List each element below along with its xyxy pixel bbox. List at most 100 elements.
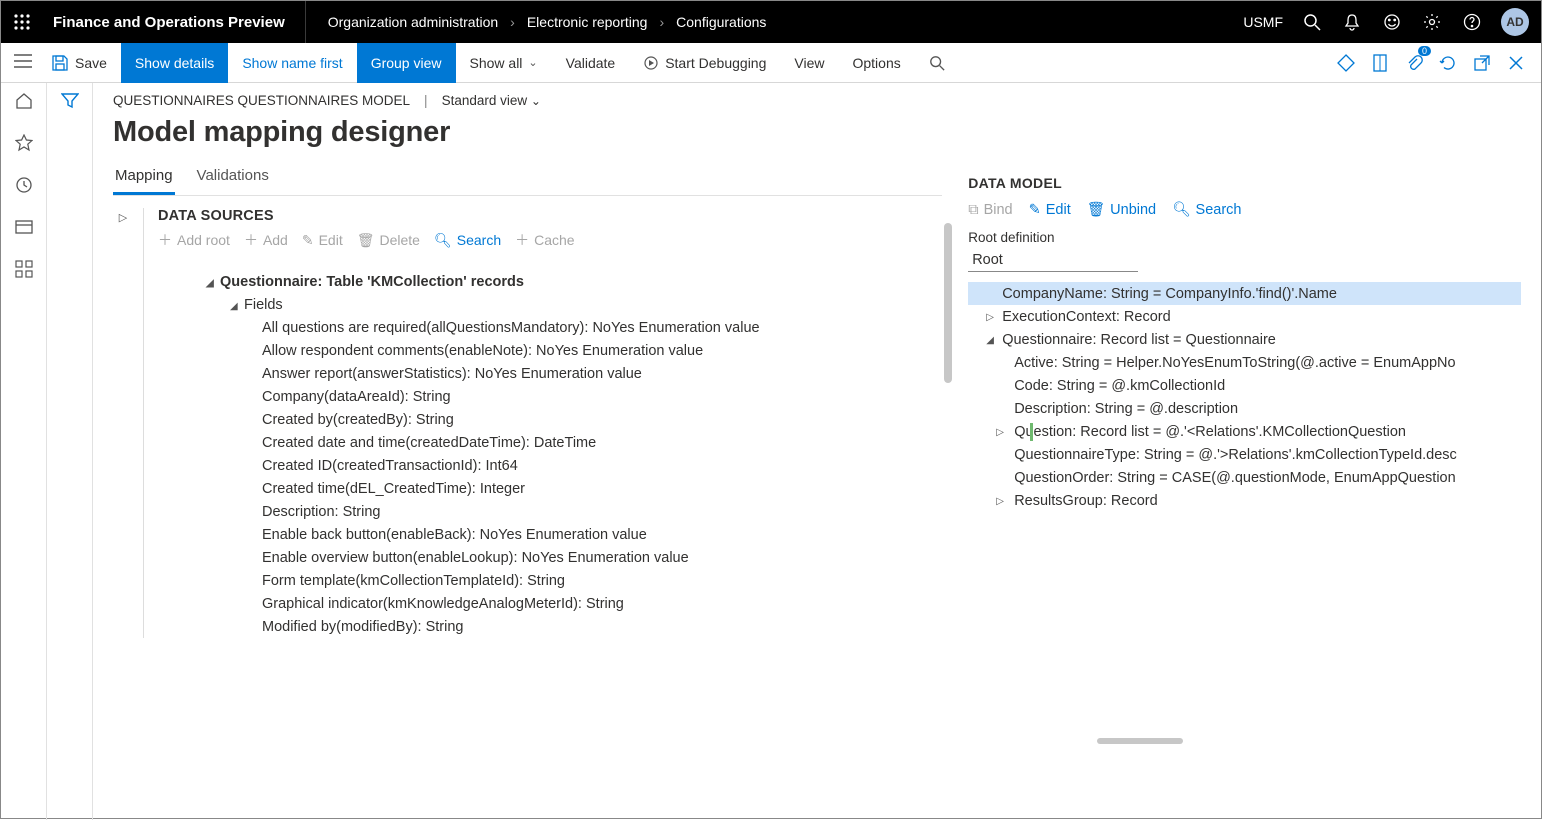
tree-node-field[interactable]: All questions are required(allQuestionsM… xyxy=(206,316,942,339)
view-button[interactable]: View xyxy=(780,43,838,83)
action-search-icon[interactable] xyxy=(915,43,959,83)
dm-node-resultsgroup[interactable]: ▷ResultsGroup: Record xyxy=(968,489,1521,512)
rootdef-value[interactable]: Root xyxy=(968,249,1138,272)
tree-node-field[interactable]: Created date and time(createdDateTime): … xyxy=(206,431,942,454)
breadcrumb-item[interactable]: Organization administration xyxy=(322,14,504,30)
workspace-icon[interactable] xyxy=(14,217,34,237)
dm-edit-button[interactable]: ✎Edit xyxy=(1029,201,1071,218)
show-details-button[interactable]: Show details xyxy=(121,43,228,83)
caret-down-icon: ◢ xyxy=(230,301,244,312)
diamond-icon[interactable] xyxy=(1335,52,1357,74)
modules-icon[interactable] xyxy=(14,259,34,279)
avatar[interactable]: AD xyxy=(1501,8,1529,36)
chevron-right-icon: › xyxy=(504,14,521,30)
global-topbar: Finance and Operations Preview Organizat… xyxy=(1,1,1541,43)
breadcrumb-item[interactable]: Configurations xyxy=(670,14,772,30)
filter-column xyxy=(47,83,93,820)
star-icon[interactable] xyxy=(14,133,34,153)
book-icon[interactable] xyxy=(1369,52,1391,74)
tree-node-field[interactable]: Description: String xyxy=(206,500,942,523)
tree-node-root[interactable]: ◢Questionnaire: Table 'KMCollection' rec… xyxy=(206,270,942,293)
tree-node-field[interactable]: Allow respondent comments(enableNote): N… xyxy=(206,339,942,362)
attach-badge-icon[interactable]: 0 xyxy=(1403,52,1425,74)
tree-node-field[interactable]: Form template(kmCollectionTemplateId): S… xyxy=(206,569,942,592)
add-root-button[interactable]: ＋Add root xyxy=(158,230,230,250)
save-button[interactable]: Save xyxy=(51,43,121,83)
datasources-tree: ◢Questionnaire: Table 'KMCollection' rec… xyxy=(158,256,942,638)
dm-node-description[interactable]: Description: String = @.description xyxy=(968,397,1521,420)
tab-mapping[interactable]: Mapping xyxy=(113,163,175,195)
chevron-down-icon: ⌄ xyxy=(528,56,537,69)
tree-node-field[interactable]: Created by(createdBy): String xyxy=(206,408,942,431)
cache-label: Cache xyxy=(534,232,574,248)
breadcrumb-item[interactable]: Electronic reporting xyxy=(521,14,654,30)
dm-node-companyname[interactable]: CompanyName: String = CompanyInfo.'find(… xyxy=(968,282,1521,305)
search-icon[interactable] xyxy=(1301,11,1323,33)
validate-button[interactable]: Validate xyxy=(552,43,630,83)
help-icon[interactable] xyxy=(1461,11,1483,33)
tree-node-field[interactable]: Modified by(modifiedBy): String xyxy=(206,615,942,638)
dm-node-code[interactable]: Code: String = @.kmCollectionId xyxy=(968,374,1521,397)
view-name-label: Standard view xyxy=(442,93,528,108)
left-nav-rail xyxy=(1,83,47,820)
start-debugging-label: Start Debugging xyxy=(665,55,766,71)
dm-search-button[interactable]: 🔍︎Search xyxy=(1172,201,1241,218)
tree-node-field[interactable]: Enable back button(enableBack): NoYes En… xyxy=(206,523,942,546)
home-icon[interactable] xyxy=(14,91,34,111)
search-icon: 🔍︎ xyxy=(434,232,452,249)
company-picker[interactable]: USMF xyxy=(1243,14,1283,30)
search-label: Search xyxy=(457,232,501,248)
tree-node-field[interactable]: Company(dataAreaId): String xyxy=(206,385,942,408)
tree-node-field[interactable]: Graphical indicator(kmKnowledgeAnalogMet… xyxy=(206,592,942,615)
add-button[interactable]: ＋Add xyxy=(244,230,288,250)
pencil-icon: ✎ xyxy=(302,232,314,249)
dm-node-executioncontext[interactable]: ▷ExecutionContext: Record xyxy=(968,305,1521,328)
ds-search-button[interactable]: 🔍︎ Search xyxy=(434,232,501,249)
expand-types-icon[interactable]: ▷ xyxy=(113,208,133,224)
refresh-icon[interactable] xyxy=(1437,52,1459,74)
tree-node-field[interactable]: Answer report(answerStatistics): NoYes E… xyxy=(206,362,942,385)
dm-node-question[interactable]: ▷Question: Record list = @.'<Relations'.… xyxy=(968,420,1521,443)
show-all-label: Show all xyxy=(470,55,523,71)
unbind-button[interactable]: 🗑Unbind xyxy=(1087,201,1156,218)
show-name-first-button[interactable]: Show name first xyxy=(228,43,356,83)
edit-label: Edit xyxy=(319,232,343,248)
tree-node-field[interactable]: Created time(dEL_CreatedTime): Integer xyxy=(206,477,942,500)
datamodel-title: DATA MODEL xyxy=(968,163,1521,201)
bind-button[interactable]: ⧉Bind xyxy=(968,201,1012,218)
save-icon xyxy=(51,54,69,72)
dm-node-active[interactable]: Active: String = Helper.NoYesEnumToStrin… xyxy=(968,351,1521,374)
edit-button[interactable]: ✎ Edit xyxy=(302,232,343,249)
scrollbar-horizontal[interactable] xyxy=(1097,738,1183,744)
splitter-handle[interactable] xyxy=(1030,423,1033,441)
filter-icon[interactable] xyxy=(61,93,79,820)
app-launcher-icon[interactable] xyxy=(1,1,43,43)
pencil-icon: ✎ xyxy=(1029,202,1041,218)
close-icon[interactable] xyxy=(1505,52,1527,74)
view-selector[interactable]: Standard view ⌄ xyxy=(442,93,541,108)
bell-icon[interactable] xyxy=(1341,11,1363,33)
start-debugging-button[interactable]: Start Debugging xyxy=(629,43,780,83)
caret-right-icon: ▷ xyxy=(996,427,1004,438)
plus-icon: ＋ xyxy=(158,230,172,250)
dm-node-label: ResultsGroup: Record xyxy=(1014,493,1157,509)
popout-icon[interactable] xyxy=(1471,52,1493,74)
tree-node-field[interactable]: Enable overview button(enableLookup): No… xyxy=(206,546,942,569)
smile-icon[interactable] xyxy=(1381,11,1403,33)
dm-node-questionorder[interactable]: QuestionOrder: String = CASE(@.questionM… xyxy=(968,466,1521,489)
dm-node-questionnairetype[interactable]: QuestionnaireType: String = @.'>Relation… xyxy=(968,443,1521,466)
delete-label: Delete xyxy=(380,232,420,248)
scrollbar-vertical[interactable] xyxy=(944,223,952,383)
tree-node-field[interactable]: Created ID(createdTransactionId): Int64 xyxy=(206,454,942,477)
cache-button[interactable]: ＋Cache xyxy=(515,230,574,250)
dm-node-questionnaire[interactable]: ◢Questionnaire: Record list = Questionna… xyxy=(968,328,1521,351)
tab-validations[interactable]: Validations xyxy=(195,163,271,195)
hamburger-menu[interactable] xyxy=(12,50,34,72)
show-all-button[interactable]: Show all ⌄ xyxy=(456,43,552,83)
tree-node-fields[interactable]: ◢Fields xyxy=(206,293,942,316)
gear-icon[interactable] xyxy=(1421,11,1443,33)
group-view-button[interactable]: Group view xyxy=(357,43,456,83)
options-button[interactable]: Options xyxy=(838,43,914,83)
recent-icon[interactable] xyxy=(14,175,34,195)
delete-button[interactable]: 🗑Delete xyxy=(357,232,420,249)
